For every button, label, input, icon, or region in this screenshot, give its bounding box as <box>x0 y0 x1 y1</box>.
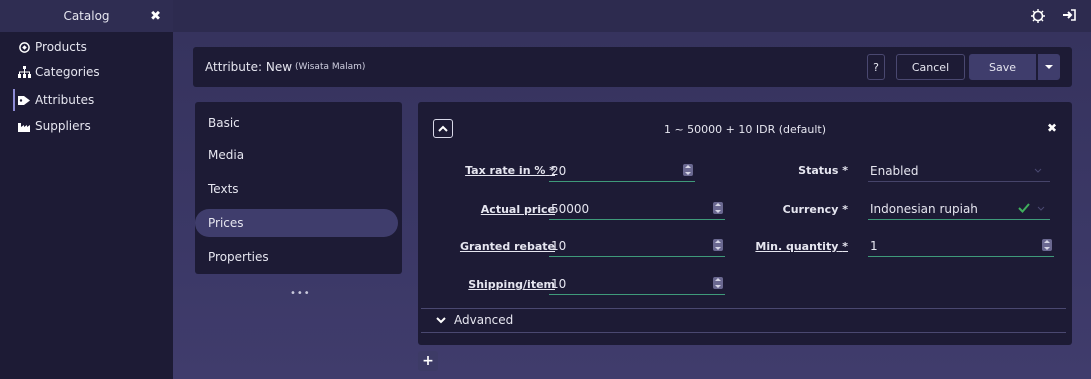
label-text: Granted rebate <box>459 240 555 253</box>
stepper-icon[interactable] <box>713 202 723 214</box>
label-text: Currency <box>782 203 839 216</box>
select-value: Indonesian rupiah <box>870 201 978 216</box>
currency-select[interactable]: Indonesian rupiah <box>868 198 1050 220</box>
label-text: Actual price <box>480 203 555 216</box>
min-quantity-label: Min. quantity * <box>748 240 848 253</box>
chevron-down-icon <box>1037 206 1045 211</box>
tag-icon <box>17 94 31 106</box>
sidebar-item-attributes[interactable]: Attributes <box>0 86 173 114</box>
page-title: Attribute: New <box>205 60 293 74</box>
stepper-icon[interactable] <box>1042 239 1052 251</box>
sidebar-header: Catalog ✖ <box>0 0 173 32</box>
tab-label: Texts <box>208 182 239 196</box>
products-icon <box>17 41 31 53</box>
input-value: 20 <box>551 163 567 178</box>
price-item: 1 ~ 50000 + 10 IDR (default) ✖ Tax rate … <box>418 102 1072 345</box>
label-text: Shipping/item <box>468 278 555 291</box>
sidebar-item-products[interactable]: Products <box>0 36 173 58</box>
sidebar-item-label: Attributes <box>35 93 95 107</box>
status-select[interactable]: Enabled <box>868 160 1050 182</box>
granted-rebate-input[interactable]: 10 <box>549 235 725 257</box>
stepper-icon[interactable] <box>683 164 693 176</box>
close-icon[interactable]: ✖ <box>150 9 161 24</box>
save-button[interactable]: Save <box>969 54 1036 80</box>
tab-properties[interactable]: Properties <box>195 240 402 274</box>
granted-rebate-label: Granted rebate <box>435 240 555 253</box>
tab-label: Properties <box>208 250 269 264</box>
industry-icon <box>17 120 31 132</box>
settings-icon[interactable] <box>1030 8 1046 24</box>
tab-label: Prices <box>208 216 244 230</box>
required-mark: * <box>842 164 848 177</box>
label-text: Min. quantity <box>755 240 839 253</box>
add-price-button[interactable]: + <box>418 351 438 371</box>
required-mark: * <box>842 240 848 253</box>
sitemap-icon <box>17 66 31 78</box>
save-dropdown-button[interactable] <box>1038 54 1060 80</box>
caret-down-icon <box>1045 65 1053 69</box>
tax-rate-input[interactable]: 20 <box>549 160 695 182</box>
label-text: Tax rate in % <box>465 164 546 177</box>
sidebar-item-label: Categories <box>35 65 100 79</box>
select-value: Enabled <box>870 163 919 178</box>
sidebar-title: Catalog <box>63 9 110 23</box>
page-subtitle: (Wisata Malam) <box>295 62 366 72</box>
label-text: Status <box>798 164 839 177</box>
more-tabs-button[interactable]: ••• <box>290 288 311 299</box>
input-value: 10 <box>551 238 567 253</box>
divider <box>421 308 1066 309</box>
stepper-icon[interactable] <box>713 277 723 289</box>
chevron-down-icon <box>436 316 446 323</box>
sidebar-item-label: Products <box>35 40 87 54</box>
sidebar-item-suppliers[interactable]: Suppliers <box>0 114 173 138</box>
shipping-label: Shipping/item <box>435 278 555 291</box>
attribute-header: Attribute: New (Wisata Malam) ? Cancel S… <box>193 47 1072 87</box>
remove-price-icon[interactable]: ✖ <box>1047 121 1057 135</box>
top-bar <box>173 0 1091 32</box>
input-value: 50000 <box>551 201 590 216</box>
min-quantity-input[interactable]: 1 <box>868 235 1054 257</box>
sidebar-item-label: Suppliers <box>35 119 91 133</box>
logout-icon[interactable] <box>1062 8 1078 24</box>
cancel-button[interactable]: Cancel <box>896 54 965 80</box>
tab-media[interactable]: Media <box>195 138 402 172</box>
currency-label: Currency * <box>748 203 848 216</box>
input-value: 1 <box>870 238 878 253</box>
divider <box>421 332 1066 333</box>
advanced-toggle[interactable]: Advanced <box>436 313 513 327</box>
sidebar: Catalog ✖ Products Categories Attributes… <box>0 0 173 379</box>
advanced-label: Advanced <box>454 313 514 327</box>
actual-price-input[interactable]: 50000 <box>549 198 725 220</box>
tab-list: Basic Media Texts Prices Properties <box>195 102 402 274</box>
tab-prices[interactable]: Prices <box>195 209 398 237</box>
tab-basic[interactable]: Basic <box>195 108 402 138</box>
tab-label: Media <box>208 148 245 162</box>
actual-price-label: Actual price <box>435 203 555 216</box>
input-value: 10 <box>551 276 567 291</box>
shipping-input[interactable]: 10 <box>549 273 725 295</box>
required-mark: * <box>842 203 848 216</box>
tab-texts[interactable]: Texts <box>195 172 402 206</box>
help-button[interactable]: ? <box>867 54 885 80</box>
tab-label: Basic <box>208 116 240 130</box>
price-title: 1 ~ 50000 + 10 IDR (default) <box>663 123 827 136</box>
check-icon <box>1018 203 1030 213</box>
stepper-icon[interactable] <box>713 239 723 251</box>
chevron-down-icon <box>1034 168 1042 173</box>
status-label: Status * <box>748 164 848 177</box>
tax-rate-label: Tax rate in % * <box>435 164 555 177</box>
sidebar-item-categories[interactable]: Categories <box>0 58 173 86</box>
